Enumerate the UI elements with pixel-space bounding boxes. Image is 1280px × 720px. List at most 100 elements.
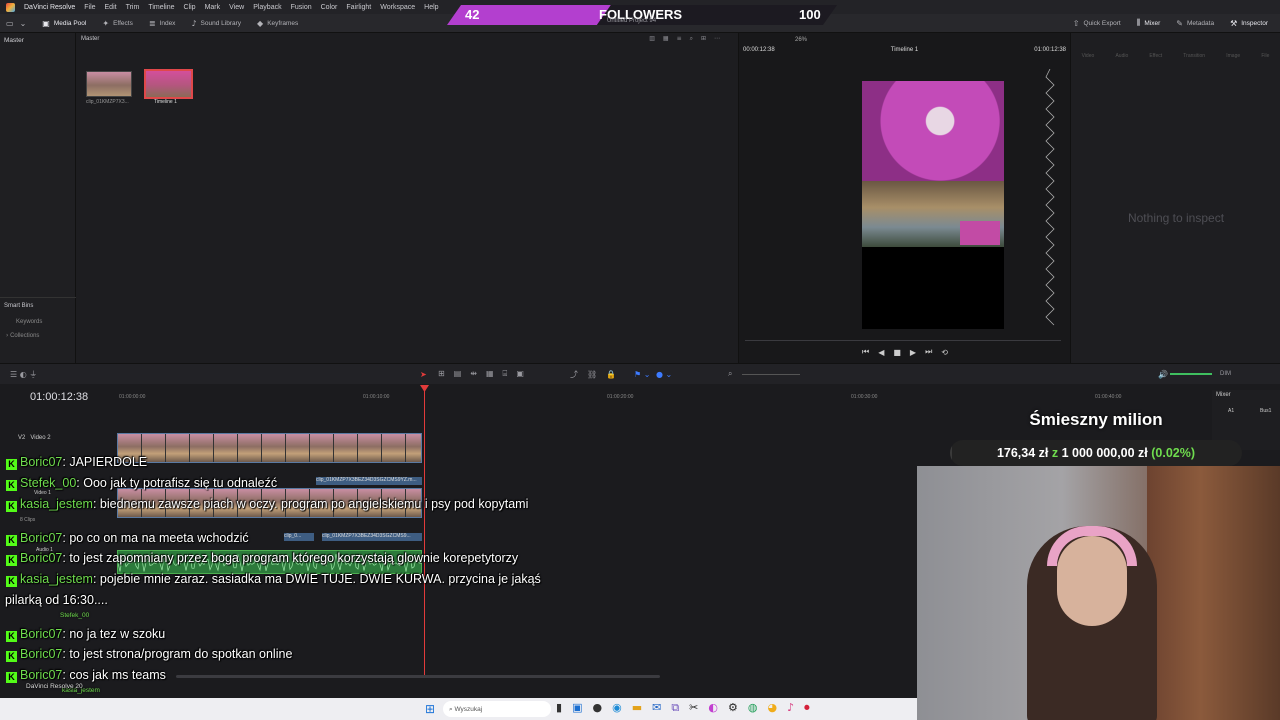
chat-text: Ooo jak ty potrafisz się tu odnaleźć xyxy=(83,476,278,490)
selection-tool-icon[interactable]: ➤ xyxy=(420,370,427,379)
media-clip-thumbnail[interactable] xyxy=(86,71,132,97)
mixer-bus1: Bus1 xyxy=(1260,408,1272,414)
menu-playback[interactable]: Playback xyxy=(253,4,281,11)
smart-bin-collections[interactable]: › Collections xyxy=(6,332,39,339)
menu-view[interactable]: View xyxy=(229,4,244,11)
davinci-taskbar-icon[interactable]: ◐ xyxy=(708,701,718,715)
menu-clip[interactable]: Clip xyxy=(184,4,196,11)
inspector-empty-message: Nothing to inspect xyxy=(1127,211,1225,225)
obs-icon[interactable]: ● xyxy=(592,701,602,715)
stop-icon[interactable]: ■ xyxy=(893,348,901,357)
toolbar-quick-export[interactable]: ⇧ Quick Export xyxy=(1065,14,1129,32)
play-reverse-icon[interactable]: ◀ xyxy=(878,348,884,357)
ruler-tick: 01:00:40:00 xyxy=(1095,394,1122,400)
tiktok-icon[interactable]: ♪ xyxy=(787,701,794,715)
toolbar-mixer[interactable]: ⫼ Mixer xyxy=(1129,14,1169,32)
chrome-icon[interactable]: ◕ xyxy=(767,701,777,715)
inspector-tab-video[interactable]: Video xyxy=(1082,53,1095,59)
zoom-slider[interactable] xyxy=(742,374,800,375)
panel-toggles[interactable]: ▭ ⌄ xyxy=(0,14,34,32)
toolbar-keyframes[interactable]: ◆ Keyframes xyxy=(249,14,306,32)
menu-mark[interactable]: Mark xyxy=(205,4,221,11)
snap-link-icon[interactable]: ⤴⛓🔒 xyxy=(570,369,625,380)
widgets-icon[interactable]: ▣ xyxy=(572,701,582,715)
mixer-icon: ⫼ xyxy=(1136,18,1141,27)
mail-icon[interactable]: ✉ xyxy=(652,701,661,715)
loop-icon[interactable]: ⟲ xyxy=(941,348,948,357)
playhead-handle[interactable] xyxy=(420,385,429,392)
keyframes-label: Keyframes xyxy=(267,19,299,27)
menu-color[interactable]: Color xyxy=(321,4,338,11)
taskbar-search[interactable]: ⌕ Wyszukaj xyxy=(443,701,551,717)
inspector-tab-transition[interactable]: Transition xyxy=(1183,53,1205,59)
kick-icon: K xyxy=(6,459,17,470)
xbox-icon[interactable]: ◍ xyxy=(748,701,758,715)
windows-start-icon[interactable]: ⊞ xyxy=(425,702,435,716)
volume-slider[interactable] xyxy=(1170,373,1212,375)
zoom-level[interactable]: 26% xyxy=(795,37,807,45)
timeline-thumbnail[interactable] xyxy=(144,69,193,99)
file-explorer-icon[interactable]: ▬ xyxy=(632,701,642,715)
clip-thumbnail xyxy=(334,434,358,462)
toolbar-inspector[interactable]: ⚒ Inspector xyxy=(1222,14,1280,32)
toolbar-metadata[interactable]: ✎ Metadata xyxy=(1168,14,1222,32)
scrubber-track[interactable] xyxy=(745,340,1061,341)
chat-username: Stefek_00 xyxy=(20,476,77,490)
kick-icon: K xyxy=(6,480,17,491)
menu-workspace[interactable]: Workspace xyxy=(380,4,415,11)
play-icon[interactable]: ▶ xyxy=(910,348,916,357)
playhead[interactable] xyxy=(424,388,425,678)
chat-message: Kkasia_jestem: pojebie mnie zaraz. sasia… xyxy=(6,572,541,587)
task-view-icon[interactable]: ▮ xyxy=(556,701,562,715)
app-icon[interactable]: ⚙ xyxy=(728,701,738,715)
viewer-timeline-name[interactable]: Timeline 1 xyxy=(891,47,918,55)
timeline-options-icon[interactable]: ☰ ◐ ⏚ xyxy=(10,369,37,380)
kick-icon: K xyxy=(6,576,17,587)
panel-toggle-icon[interactable]: ▭ xyxy=(6,19,14,28)
inspector-panel: Video Audio Effect Transition Image File… xyxy=(1070,33,1280,363)
quick-export-icon: ⇧ xyxy=(1072,18,1080,28)
menu-help[interactable]: Help xyxy=(424,4,438,11)
chat-text: JAPIERDOLE xyxy=(69,455,148,469)
menu-edit[interactable]: Edit xyxy=(105,4,117,11)
inspector-tab-image[interactable]: Image xyxy=(1226,53,1240,59)
edge-icon[interactable]: ◉ xyxy=(612,701,622,715)
capcut-icon[interactable]: ✂ xyxy=(689,701,698,715)
inspector-tab-file[interactable]: File xyxy=(1261,53,1269,59)
timeline-scrollbar[interactable] xyxy=(176,675,660,678)
toolbar-index[interactable]: ≣ Index xyxy=(141,14,184,32)
skip-end-icon[interactable]: ⏭ xyxy=(925,347,932,357)
zoom-icon[interactable]: ⌕ xyxy=(728,369,732,379)
index-icon: ≣ xyxy=(148,18,156,28)
dim-button[interactable]: DIM xyxy=(1220,371,1231,377)
ruler-tick: 01:00:30:00 xyxy=(851,394,878,400)
menu-timeline[interactable]: Timeline xyxy=(148,4,174,11)
inspector-tab-effect[interactable]: Effect xyxy=(1149,53,1162,59)
speaker-icon[interactable]: 🔊 xyxy=(1158,370,1168,379)
track-v2-id: V2 xyxy=(18,435,26,441)
media-pool-icon: ▣ xyxy=(42,18,50,28)
clip-label: clip_01KMZP7X3BEZ34D3SGZCMS9... xyxy=(322,533,422,541)
menu-fusion[interactable]: Fusion xyxy=(291,4,312,11)
smart-bin-keywords[interactable]: Keywords xyxy=(16,319,42,325)
toolbar-sound-library[interactable]: ♪ Sound Library xyxy=(183,14,249,32)
inspector-tab-audio[interactable]: Audio xyxy=(1115,53,1128,59)
chevron-down-icon[interactable]: ⌄ xyxy=(20,19,27,28)
skip-start-icon[interactable]: ⏮ xyxy=(862,347,869,357)
master-bin[interactable]: Master xyxy=(0,33,75,47)
teams-icon[interactable]: ⧉ xyxy=(671,701,679,715)
menu-fairlight[interactable]: Fairlight xyxy=(346,4,371,11)
view-options-icon[interactable]: ▥▦≡⌕⊞⋯ xyxy=(649,35,728,43)
record-icon[interactable]: ⏺ xyxy=(804,701,810,715)
timeline-toolbar: ☰ ◐ ⏚ ➤ ⊞▤⇹▦⌸▣ ⤴⛓🔒 ⚑ ⌄ ● ⌄ ⌕ 🔊 DIM xyxy=(0,364,1280,384)
transport-controls: ⏮ ◀ ■ ▶ ⏭ ⟲ xyxy=(739,345,1071,359)
toolbar-effects[interactable]: ✦ Effects xyxy=(94,14,140,32)
marker-icon[interactable]: ● ⌄ xyxy=(656,370,672,379)
video-2-clip[interactable] xyxy=(117,433,422,463)
edit-tools-icon[interactable]: ⊞▤⇹▦⌸▣ xyxy=(438,369,533,379)
toolbar-media-pool[interactable]: ▣ Media Pool xyxy=(34,14,94,32)
menu-file[interactable]: File xyxy=(84,4,95,11)
flag-icon[interactable]: ⚑ ⌄ xyxy=(634,370,650,379)
track-v2[interactable]: V2 Video 2 xyxy=(18,435,51,441)
menu-trim[interactable]: Trim xyxy=(126,4,140,11)
